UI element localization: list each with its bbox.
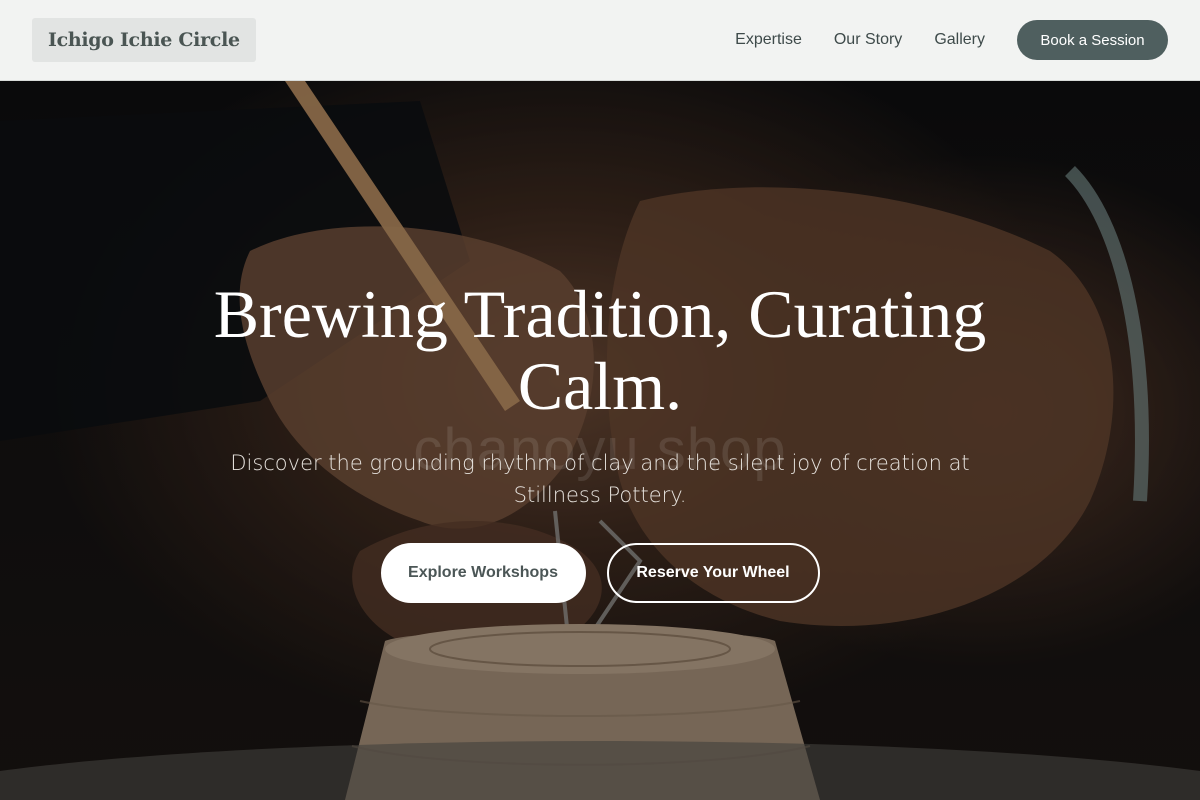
reserve-wheel-button[interactable]: Reserve Your Wheel	[606, 543, 820, 603]
site-header: Ichigo Ichie Circle Expertise Our Story …	[0, 0, 1200, 81]
explore-workshops-button[interactable]: Explore Workshops	[380, 543, 586, 603]
site-logo[interactable]: Ichigo Ichie Circle	[32, 18, 256, 62]
main-nav: Expertise Our Story Gallery Book a Sessi…	[735, 20, 1168, 60]
hero-section: chanoyu shop Brewing Tradition, Curating…	[0, 81, 1200, 800]
nav-link-gallery[interactable]: Gallery	[934, 31, 985, 49]
hero-buttons: Explore Workshops Reserve Your Wheel	[0, 543, 1200, 603]
nav-link-expertise[interactable]: Expertise	[735, 31, 802, 49]
nav-link-our-story[interactable]: Our Story	[834, 31, 902, 49]
hero-title: Brewing Tradition, Curating Calm.	[213, 276, 987, 424]
hero-content: chanoyu shop Brewing Tradition, Curating…	[0, 81, 1200, 800]
book-session-button[interactable]: Book a Session	[1017, 20, 1168, 60]
hero-subtitle: Discover the grounding rhythm of clay an…	[230, 451, 970, 507]
